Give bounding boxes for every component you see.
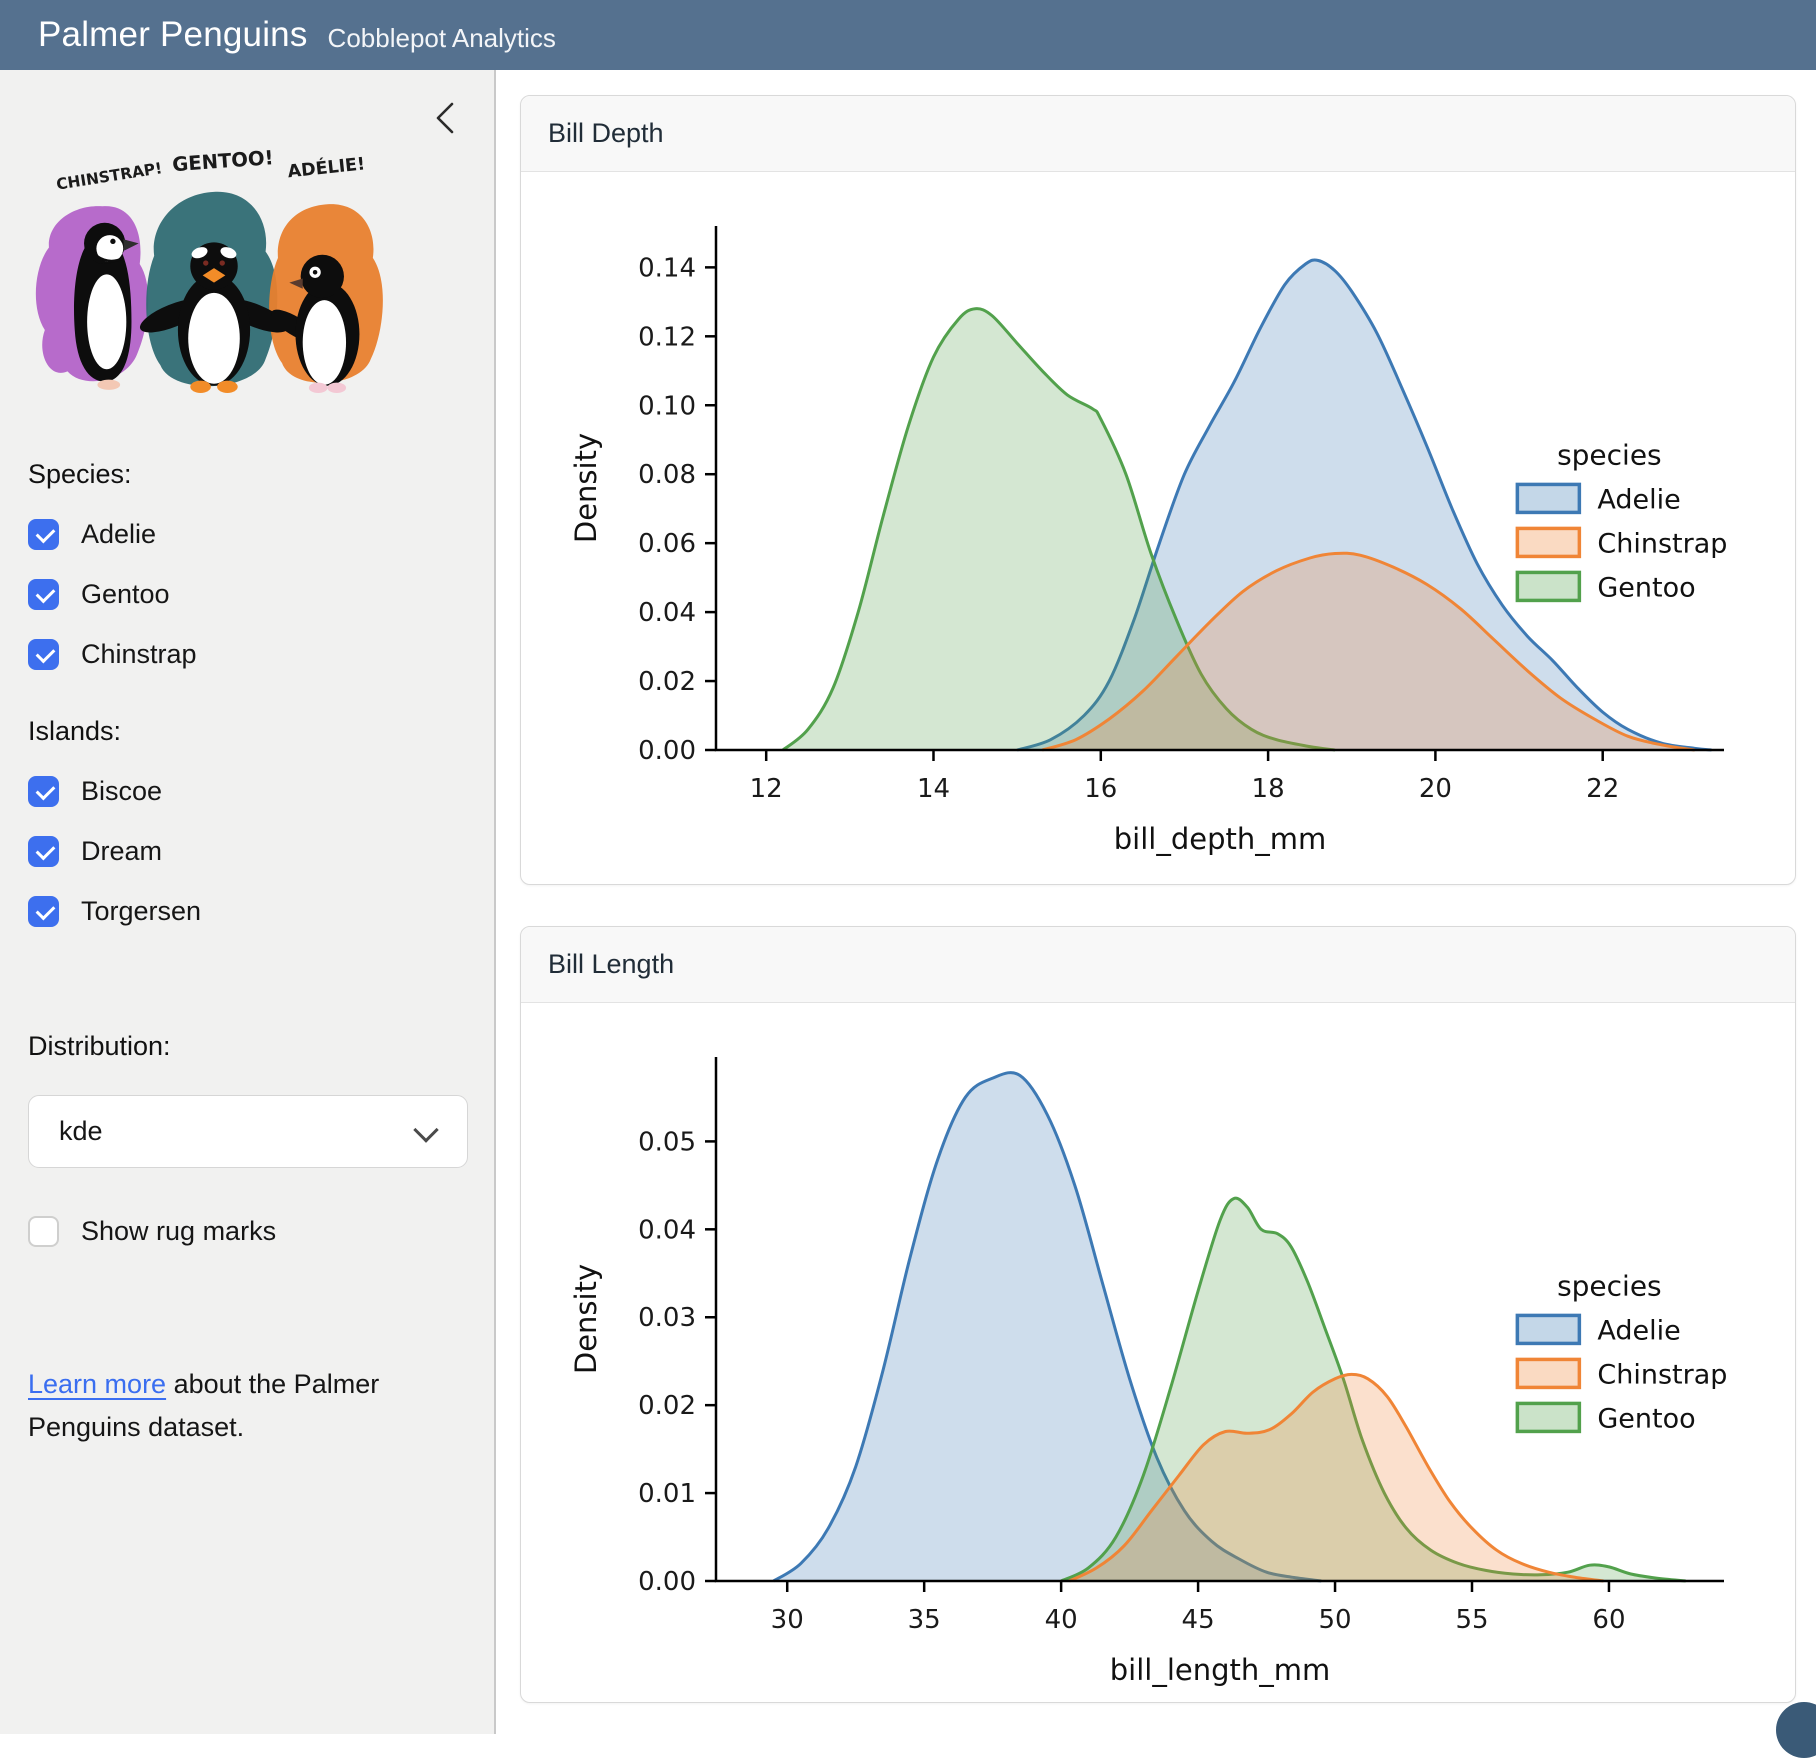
species-group-label: Species: xyxy=(28,459,466,490)
legend-label-Gentoo: Gentoo xyxy=(1597,572,1695,603)
distribution-select[interactable]: kde xyxy=(28,1095,468,1168)
y-tick-label: 0.01 xyxy=(638,1479,696,1509)
rug-marks-label: Show rug marks xyxy=(81,1216,276,1247)
checkbox-checked[interactable] xyxy=(28,579,59,610)
checkbox-label: Torgersen xyxy=(81,896,201,927)
x-tick-label: 40 xyxy=(1045,1605,1078,1635)
y-tick-label: 0.12 xyxy=(638,322,696,352)
y-tick-label: 0.00 xyxy=(638,736,696,766)
y-tick-label: 0.05 xyxy=(638,1127,696,1157)
x-tick-label: 55 xyxy=(1455,1605,1488,1635)
checkbox-checked[interactable] xyxy=(28,776,59,807)
checkbox-row-torgersen[interactable]: Torgersen xyxy=(28,896,466,927)
checkbox-row-gentoo[interactable]: Gentoo xyxy=(28,579,466,610)
app-subtitle: Cobblepot Analytics xyxy=(328,23,556,54)
bill-length-card: Bill Length 30 35 40 45 50 55 60 0.00 0.01 0.02 0.… xyxy=(520,926,1796,1703)
islands-checklist: Biscoe Dream Torgersen xyxy=(28,776,466,927)
checkbox-checked[interactable] xyxy=(28,896,59,927)
legend-label-Chinstrap: Chinstrap xyxy=(1597,1359,1727,1390)
legend-swatch-Chinstrap xyxy=(1517,528,1579,556)
checkbox-checked[interactable] xyxy=(28,639,59,670)
checkbox-label: Chinstrap xyxy=(81,639,197,670)
checkbox-row-adelie[interactable]: Adelie xyxy=(28,519,466,550)
x-tick-label: 14 xyxy=(917,774,950,804)
x-tick-label: 60 xyxy=(1592,1605,1625,1635)
x-axis-label: bill_length_mm xyxy=(1110,1653,1331,1687)
adelie-label: ADÉLIE! xyxy=(286,152,366,182)
bill-length-plot: 30 35 40 45 50 55 60 0.00 0.01 0.02 0.03 0.04 0.05 bi… xyxy=(534,1011,1782,1699)
checkbox-unchecked[interactable] xyxy=(28,1216,59,1247)
legend-swatch-Gentoo xyxy=(1517,572,1579,600)
learn-more-text: Learn more about the Palmer Penguins dat… xyxy=(28,1363,448,1450)
learn-more-link[interactable]: Learn more xyxy=(28,1369,166,1399)
y-tick-label: 0.06 xyxy=(638,529,696,559)
main-content: Bill Depth 12 14 16 18 20 22 0.00 0.02 0.04 0.06 0… xyxy=(498,70,1816,1734)
legend-swatch-Adelie xyxy=(1517,484,1579,512)
x-axis-label: bill_depth_mm xyxy=(1114,822,1327,856)
x-tick-label: 22 xyxy=(1586,774,1619,804)
legend-label-Chinstrap: Chinstrap xyxy=(1597,528,1727,559)
chevron-left-icon xyxy=(428,96,464,140)
distribution-label: Distribution: xyxy=(28,1031,466,1062)
sidebar: CHINSTRAP! GENTOO! ADÉLIE! Species: Adel… xyxy=(0,70,496,1734)
x-tick-label: 20 xyxy=(1419,774,1452,804)
chinstrap-label: CHINSTRAP! xyxy=(55,159,163,194)
bill-depth-card-title: Bill Depth xyxy=(521,96,1795,172)
islands-group-label: Islands: xyxy=(28,716,466,747)
y-tick-label: 0.04 xyxy=(638,598,696,628)
y-tick-label: 0.02 xyxy=(638,667,696,697)
x-tick-label: 12 xyxy=(750,774,783,804)
bill-length-card-title: Bill Length xyxy=(521,927,1795,1003)
x-tick-label: 16 xyxy=(1084,774,1117,804)
x-tick-label: 50 xyxy=(1318,1605,1351,1635)
y-tick-label: 0.00 xyxy=(638,1567,696,1597)
y-tick-label: 0.02 xyxy=(638,1391,696,1421)
checkbox-row-biscoe[interactable]: Biscoe xyxy=(28,776,466,807)
checkbox-label: Biscoe xyxy=(81,776,162,807)
rug-marks-row[interactable]: Show rug marks xyxy=(28,1216,466,1247)
y-tick-label: 0.08 xyxy=(638,460,696,490)
distribution-selected-value: kde xyxy=(59,1116,103,1147)
legend-label-Adelie: Adelie xyxy=(1597,1315,1680,1346)
legend-swatch-Chinstrap xyxy=(1517,1359,1579,1387)
y-axis-label: Density xyxy=(569,433,603,543)
bill-depth-plot: 12 14 16 18 20 22 0.00 0.02 0.04 0.06 0.08 0.10 0.12… xyxy=(534,180,1782,868)
x-tick-label: 30 xyxy=(771,1605,804,1635)
legend-title: species xyxy=(1557,438,1662,471)
legend-label-Gentoo: Gentoo xyxy=(1597,1403,1695,1434)
gentoo-label: GENTOO! xyxy=(171,146,274,176)
checkbox-checked[interactable] xyxy=(28,519,59,550)
species-checklist: Adelie Gentoo Chinstrap xyxy=(28,519,466,670)
app-title: Palmer Penguins xyxy=(38,15,308,55)
legend-swatch-Gentoo xyxy=(1517,1403,1579,1431)
checkbox-row-chinstrap[interactable]: Chinstrap xyxy=(28,639,466,670)
bill-depth-card: Bill Depth 12 14 16 18 20 22 0.00 0.02 0.04 0.06 0… xyxy=(520,95,1796,885)
y-tick-label: 0.04 xyxy=(638,1215,696,1245)
penguin-artwork: CHINSTRAP! GENTOO! ADÉLIE! xyxy=(18,132,410,411)
y-tick-label: 0.03 xyxy=(638,1303,696,1333)
x-tick-label: 18 xyxy=(1252,774,1285,804)
legend-swatch-Adelie xyxy=(1517,1315,1579,1343)
checkbox-checked[interactable] xyxy=(28,836,59,867)
checkbox-label: Adelie xyxy=(81,519,156,550)
legend-title: species xyxy=(1557,1269,1662,1302)
checkbox-label: Gentoo xyxy=(81,579,170,610)
y-tick-label: 0.10 xyxy=(638,391,696,421)
app-header: Palmer Penguins Cobblepot Analytics xyxy=(0,0,1816,70)
checkbox-row-dream[interactable]: Dream xyxy=(28,836,466,867)
sidebar-collapse-button[interactable] xyxy=(428,96,464,140)
y-axis-label: Density xyxy=(569,1264,603,1374)
x-tick-label: 45 xyxy=(1182,1605,1215,1635)
legend-label-Adelie: Adelie xyxy=(1597,484,1680,515)
x-tick-label: 35 xyxy=(908,1605,941,1635)
checkbox-label: Dream xyxy=(81,836,162,867)
y-tick-label: 0.14 xyxy=(638,253,696,283)
